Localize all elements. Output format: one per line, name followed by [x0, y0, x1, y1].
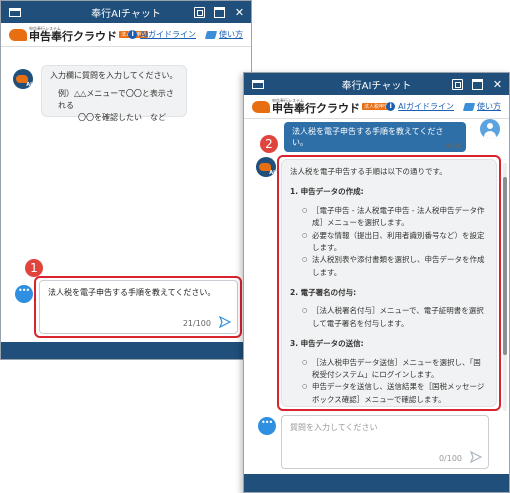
send-icon[interactable]	[219, 316, 231, 328]
chat-icon	[15, 285, 33, 303]
logo-mark-icon	[252, 100, 270, 113]
user-avatar	[480, 119, 500, 139]
title-bar: 奉行AIチャット ✕	[244, 73, 509, 95]
chat-window-right: 奉行AIチャット ✕ 申告奉行システム 申告奉行クラウド 法人税申告 i AIガイド…	[243, 72, 510, 493]
book-icon	[204, 30, 218, 39]
close-icon[interactable]: ✕	[492, 79, 503, 90]
greeting-bubble: 入力欄に質問を入力してください。 例）△△メニューで〇〇と表示される 〇〇を確認…	[41, 65, 187, 122]
logo: 申告奉行システム申告奉行クラウド 法人税申告	[9, 27, 149, 42]
logo-mark-icon	[9, 28, 27, 41]
app-header: 申告奉行システム申告奉行クラウド 法人税申告 iAIガイドライン 使い方	[1, 23, 251, 47]
restore-icon[interactable]	[194, 6, 205, 18]
question-input[interactable]: 法人税を電子申告する手順を教えてください。 21/100	[39, 280, 238, 334]
scrollbar-thumb[interactable]	[503, 177, 507, 355]
step-marker-1: 1	[25, 259, 43, 277]
ai-guideline-link[interactable]: i AIガイドライン	[386, 101, 454, 112]
logo: 申告奉行システム申告奉行クラウド 法人税申告	[252, 99, 392, 114]
footer-bar	[1, 342, 251, 359]
question-input[interactable]: 質問を入力してください 0/100	[281, 415, 489, 469]
chat-icon	[258, 417, 276, 435]
user-message-bubble: 法人税を電子申告する手順を教えてください。	[284, 122, 466, 152]
restore-icon[interactable]	[452, 78, 463, 90]
info-icon: i	[386, 102, 396, 111]
app-header: 申告奉行システム申告奉行クラウド 法人税申告 iAIガイドライン 使い方	[244, 95, 509, 119]
book-icon	[462, 102, 476, 111]
maximize-icon[interactable]	[472, 78, 483, 90]
ai-guideline-link[interactable]: i AIガイドライン	[128, 29, 196, 40]
close-icon[interactable]: ✕	[234, 7, 245, 18]
list-item: ［法人税申告データ送信］メニューを選択し、「国税受付システム」にログインします。	[302, 357, 488, 382]
list-item: 必要な情報（提出日、利用者識別番号など）を設定します。	[302, 230, 488, 255]
step-marker-2: 2	[260, 135, 278, 153]
howto-link[interactable]: 使い方	[204, 29, 243, 40]
list-item: 申告データを送信し、送信結果を［国税メッセージボックス確認］メニューで確認します…	[302, 381, 488, 406]
footer-bar	[244, 474, 509, 492]
bot-avatar	[13, 69, 33, 89]
howto-link[interactable]: 使い方	[462, 101, 501, 112]
info-icon: i	[128, 30, 138, 39]
maximize-icon[interactable]	[214, 6, 225, 18]
title-bar: 奉行AIチャット ✕	[1, 1, 251, 23]
input-placeholder: 質問を入力してください	[290, 423, 378, 432]
list-item: ［電子申告 - 法人税電子申告 - 法人税申告データ作成］メニューを選択します。	[302, 205, 488, 230]
list-item: ［法人税署名付与］メニューで、電子証明書を選択して電子署名を付与します。	[302, 305, 488, 330]
send-icon[interactable]	[470, 451, 482, 463]
timestamp: 19:26	[444, 143, 462, 150]
bot-avatar	[256, 157, 276, 177]
answer-bubble: 法人税を電子申告する手順は以下の通りです。 1. 申告データの作成: ［電子申告…	[281, 159, 497, 407]
chat-window-left: 奉行AIチャット ✕ 申告奉行システム申告奉行クラウド 法人税申告 iAIガイド…	[0, 0, 252, 360]
list-item: 法人税別表や添付書類を選択し、申告データを作成します。	[302, 254, 488, 279]
